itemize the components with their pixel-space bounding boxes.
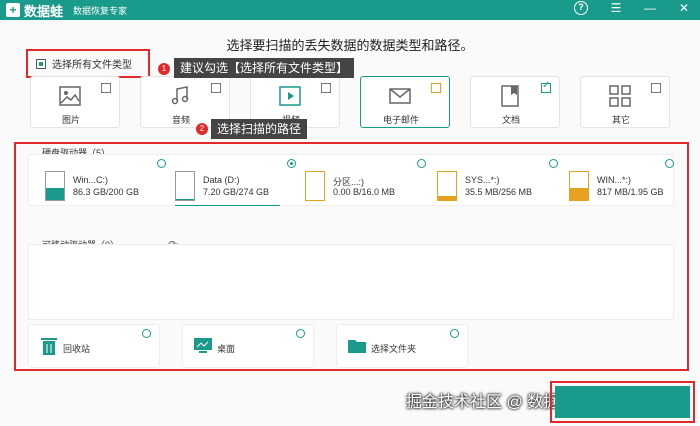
logo-icon: + [6, 3, 20, 17]
drive-icon [175, 171, 195, 201]
drive-icon [45, 171, 65, 201]
location-select-folder[interactable]: 选择文件夹 [336, 324, 468, 368]
scan-button[interactable] [555, 386, 690, 418]
drive-size: 817 MB/1.95 GB [597, 187, 664, 197]
location-label: 选择文件夹 [371, 344, 417, 354]
help-button[interactable]: ? [574, 1, 590, 15]
title-bar: + 数据蛙 数据恢复专家 ? ☰ — ✕ [0, 0, 700, 20]
type-checkbox-image[interactable] [101, 83, 111, 93]
menu-button[interactable]: ☰ [608, 1, 624, 15]
other-icon [609, 85, 631, 107]
minimize-button[interactable]: — [642, 1, 658, 15]
drive-radio[interactable] [549, 159, 558, 168]
help-icon: ? [574, 1, 588, 15]
type-label-document: 文档 [501, 115, 520, 125]
drive-name: Data (D:) [203, 175, 240, 185]
menu-icon: ☰ [610, 1, 622, 15]
close-button[interactable]: ✕ [676, 1, 692, 15]
drive-size: 35.5 MB/256 MB [465, 187, 533, 197]
drive-size: 7.20 GB/274 GB [203, 187, 270, 197]
type-checkbox-document[interactable] [541, 80, 551, 93]
type-label-email: 电子邮件 [382, 115, 419, 125]
mail-icon [389, 88, 411, 104]
drive-radio[interactable] [287, 159, 296, 168]
location-label: 桌面 [217, 344, 236, 354]
type-label-audio: 音频 [171, 115, 190, 125]
image-icon [59, 86, 81, 106]
folder-icon [348, 340, 366, 353]
location-label: 回收站 [63, 344, 91, 354]
drive-name: SYS...*:) [465, 175, 500, 185]
drive-size: 86.3 GB/200 GB [73, 187, 140, 197]
drive-name: Win...C:) [73, 175, 108, 185]
app-logo: + 数据蛙 数据恢复专家 [6, 1, 127, 20]
drive-icon [305, 171, 325, 201]
tip-scan-path: 选择扫描的路径 [211, 119, 308, 139]
drive-icon [437, 171, 457, 201]
type-card-email[interactable]: 电子邮件 [360, 76, 450, 128]
drive-icon [569, 171, 589, 201]
type-card-document[interactable]: 文档 [470, 76, 560, 128]
scan-button-highlight [550, 381, 695, 423]
location-recycle-bin[interactable]: 回收站 [28, 324, 160, 368]
hard-drive-list: Win...C:) 86.3 GB/200 GB Data (D:) 7.20 … [28, 154, 674, 206]
drive-radio[interactable] [417, 159, 426, 168]
tip-number-1: 1 [158, 63, 170, 75]
selected-underline [175, 205, 280, 206]
type-card-image[interactable]: 图片 [30, 76, 120, 128]
tip-number-2: 2 [196, 123, 208, 135]
type-checkbox-other[interactable] [651, 83, 661, 93]
drive-name: WIN...*:) [597, 175, 631, 185]
select-all-check-icon [36, 58, 46, 69]
document-icon [501, 85, 519, 107]
type-checkbox-video[interactable] [321, 83, 331, 93]
app-subtitle: 数据恢复专家 [73, 5, 128, 16]
location-radio[interactable] [450, 329, 459, 338]
app-name: 数据蛙 [24, 3, 64, 19]
drive-size: 0.00 B/16.0 MB [333, 187, 396, 197]
location-desktop[interactable]: 桌面 [182, 324, 314, 368]
close-icon: ✕ [678, 1, 690, 15]
type-checkbox-email[interactable] [431, 83, 441, 93]
scan-path-panel: 硬盘驱动器（5） Win...C:) 86.3 GB/200 GB Data (… [14, 142, 689, 371]
type-label-other: 其它 [611, 115, 630, 125]
type-label-image: 图片 [61, 115, 80, 125]
type-checkbox-audio[interactable] [211, 83, 221, 93]
location-radio[interactable] [142, 329, 151, 338]
desktop-icon [194, 338, 212, 353]
music-icon [171, 86, 189, 105]
drive-radio[interactable] [157, 159, 166, 168]
tip-select-all: 建议勾选【选择所有文件类型】 [174, 58, 355, 78]
removable-drive-list [28, 244, 674, 320]
select-all-checkbox[interactable]: 选择所有文件类型 [26, 49, 150, 78]
minimize-icon: — [644, 1, 656, 15]
video-icon [279, 86, 301, 106]
location-radio[interactable] [296, 329, 305, 338]
window-controls: ? ☰ — ✕ [574, 1, 692, 15]
select-all-label: 选择所有文件类型 [52, 60, 132, 71]
drive-radio[interactable] [665, 159, 674, 168]
type-card-other[interactable]: 其它 [580, 76, 670, 128]
trash-icon [41, 338, 57, 355]
